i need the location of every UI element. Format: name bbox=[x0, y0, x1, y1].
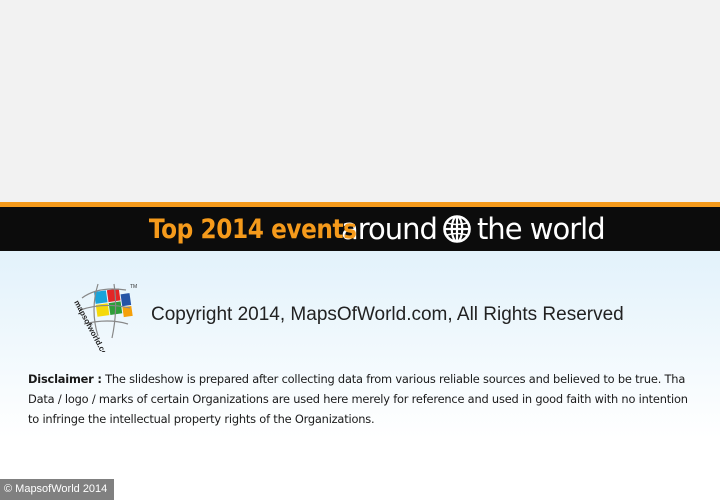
mapsofworld-logo: TM mapsofworld.com bbox=[72, 283, 137, 352]
blank-top-panel bbox=[0, 0, 720, 202]
title-the-world-text: the world bbox=[476, 212, 606, 246]
trademark-mark: TM bbox=[130, 284, 137, 290]
disclaimer-label: Disclaimer : bbox=[28, 372, 102, 386]
disclaimer-text: The slideshow is prepared after collecti… bbox=[28, 372, 688, 426]
copyright-text: Copyright 2014, MapsOfWorld.com, All Rig… bbox=[151, 304, 624, 325]
globe-icon bbox=[443, 215, 471, 243]
title-bold-text: Top 2014 events bbox=[149, 213, 357, 245]
footer-copyright-badge: © MapsofWorld 2014 bbox=[0, 479, 114, 500]
disclaimer-block: Disclaimer : The slideshow is prepared a… bbox=[28, 369, 700, 429]
title-banner: Top 2014 events around the world bbox=[0, 207, 720, 251]
